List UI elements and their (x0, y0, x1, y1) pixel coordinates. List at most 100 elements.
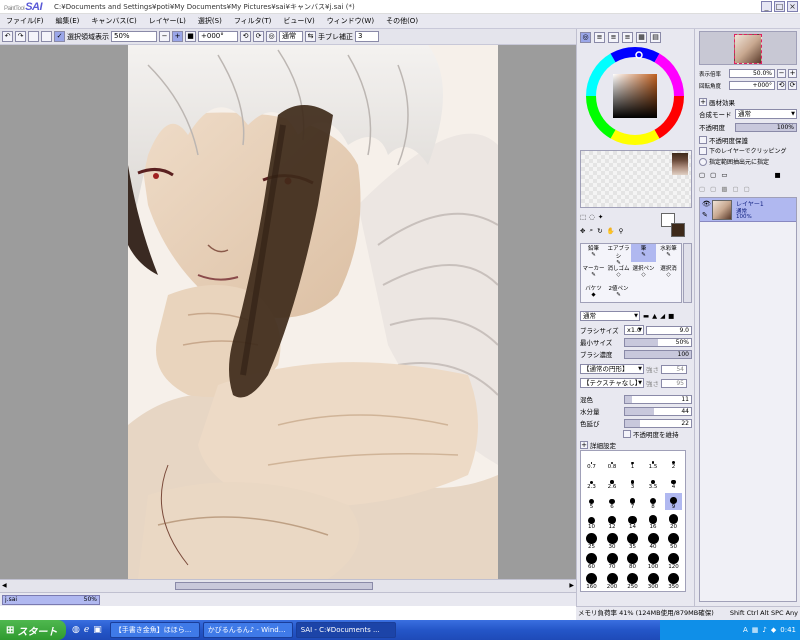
brush-size-preset[interactable]: 160 (583, 573, 600, 590)
tip-hard-icon[interactable]: ◢ (660, 312, 665, 320)
brush-size-preset[interactable]: 0.7 (583, 453, 600, 470)
tool-blend-select[interactable]: 通常 (580, 311, 640, 321)
brush-lock-icon[interactable]: ✎ (702, 211, 708, 219)
new-folder-icon[interactable]: ▭ (721, 171, 727, 179)
brush-size-preset[interactable]: 16 (645, 513, 662, 530)
protect-opacity-checkbox[interactable] (699, 136, 707, 144)
brush-size-preset[interactable]: 6 (604, 493, 621, 510)
layer-menu-icon[interactable]: ■ (774, 171, 780, 179)
tool-binary-pen[interactable]: 2値ペン ✎ (606, 284, 631, 302)
nav-zoom-in-icon[interactable]: + (788, 69, 797, 78)
view-mode-button[interactable]: 通常 (279, 31, 303, 42)
effects-expand-icon[interactable]: + (699, 98, 707, 106)
tip-flat-icon[interactable]: ▬ (643, 312, 649, 320)
tool-marker[interactable]: マーカー ✎ (581, 264, 606, 282)
brush-size-preset[interactable]: 14 (624, 513, 641, 530)
merge-down-icon[interactable]: ▢ (710, 185, 716, 193)
brush-size-preset[interactable]: 12 (604, 513, 621, 530)
layer-row[interactable]: 👁 ✎ レイヤー1 通常 100% (700, 198, 796, 222)
brush-size-preset[interactable]: 200 (604, 573, 621, 590)
tool-airbrush[interactable]: エアブラシ ✎ (606, 244, 631, 266)
menu-layer[interactable]: レイヤー(L) (149, 16, 186, 26)
min-size-slider[interactable]: 50% (624, 337, 692, 347)
tray-volume-icon[interactable]: ♪ (762, 626, 766, 634)
maximize-icon[interactable]: □ (774, 1, 785, 12)
hand-icon[interactable]: ✋ (607, 227, 615, 235)
selection-source-checkbox[interactable] (699, 157, 707, 166)
tray-network-icon[interactable]: ▦ (752, 626, 759, 634)
file-tab[interactable]: j.sai 50% (2, 595, 100, 605)
clip-lower-checkbox[interactable] (699, 146, 707, 155)
zoom-icon[interactable]: ⌕ (589, 226, 593, 235)
brush-size-preset[interactable]: 70 (604, 553, 621, 570)
brush-shape-strength[interactable]: 54 (661, 364, 687, 374)
close-icon[interactable]: × (787, 1, 798, 12)
brush-size-preset[interactable]: 300 (645, 573, 662, 590)
quicklaunch-media-icon[interactable]: ▣ (93, 625, 102, 635)
brush-size-preset[interactable]: 2.3 (583, 473, 600, 490)
scroll-left-icon[interactable]: ◀ (2, 582, 7, 589)
brush-size-preset[interactable]: 350 (665, 573, 682, 590)
navigator-viewport[interactable] (734, 34, 762, 64)
nav-rotate-right-icon[interactable]: ⟳ (788, 81, 797, 90)
ime-icon[interactable]: A (743, 626, 748, 634)
keep-opacity-checkbox[interactable] (623, 430, 631, 438)
used-color-swatches[interactable] (672, 153, 688, 175)
brush-size-preset[interactable]: 5 (583, 493, 600, 510)
water-slider[interactable]: 44 (624, 406, 692, 416)
tip-soft-icon[interactable]: ▲ (652, 312, 657, 320)
taskbar-item-3[interactable]: SAI - C:¥Documents ... (295, 622, 396, 638)
scroll-thumb[interactable] (175, 582, 373, 590)
secondary-color-box[interactable] (671, 223, 685, 237)
brush-size-preset[interactable]: 50 (665, 533, 682, 550)
menu-select[interactable]: 選択(S) (198, 16, 222, 26)
taskbar-item-1[interactable]: 【手書き金魚】ほほら... (109, 622, 200, 638)
zoom-reset-icon[interactable]: ■ (185, 31, 196, 42)
nav-rotate-left-icon[interactable]: ⟲ (777, 81, 786, 90)
undo-icon[interactable]: ↶ (2, 31, 13, 42)
brush-size-preset[interactable]: 4 (665, 473, 682, 490)
new-layer-icon[interactable]: ▢ (699, 171, 705, 179)
brush-shape-select[interactable]: 【通常の円形】 (580, 364, 644, 374)
invert-selection-icon[interactable] (41, 31, 52, 42)
rotate-icon[interactable]: ↻ (597, 227, 602, 235)
tool-select-pen[interactable]: 選択ペン ◇ (631, 264, 656, 282)
eyedropper-icon[interactable]: ⚲ (619, 227, 624, 235)
nav-zoom-out-icon[interactable]: − (777, 69, 786, 78)
brush-size-preset[interactable]: 9 (665, 493, 682, 510)
quicklaunch-browser-icon[interactable]: ◍ (72, 625, 80, 635)
rect-select-icon[interactable]: ⬚ (580, 213, 586, 221)
brush-size-preset[interactable]: 40 (645, 533, 662, 550)
rotate-left-icon[interactable]: ⟲ (240, 31, 251, 42)
transfer-down-icon[interactable]: ▢ (699, 185, 705, 193)
tool-brush[interactable]: 筆 ✎ (631, 244, 656, 262)
flip-icon[interactable]: ⇆ (305, 31, 316, 42)
gradient-slider-icon[interactable]: ≡ (622, 32, 633, 43)
magic-wand-icon[interactable]: ✦ (598, 213, 603, 221)
duplicate-layer-icon[interactable]: ▢ (732, 185, 738, 193)
rotation-select[interactable]: +000° (198, 31, 238, 42)
visibility-eye-icon[interactable]: 👁 (702, 200, 711, 208)
minimize-icon[interactable]: _ (761, 1, 772, 12)
menu-filter[interactable]: フィルタ(T) (234, 16, 272, 26)
brush-size-preset[interactable]: 2 (665, 453, 682, 470)
brush-size-preset[interactable]: 0.8 (604, 453, 621, 470)
rotate-right-icon[interactable]: ⟳ (253, 31, 264, 42)
brush-size-preset[interactable]: 3 (624, 473, 641, 490)
brush-size-preset[interactable]: 250 (624, 573, 641, 590)
brush-size-preset[interactable]: 7 (624, 493, 641, 510)
quicklaunch-ie-icon[interactable]: ℯ (84, 625, 89, 635)
menu-view[interactable]: ビュー(V) (283, 16, 314, 26)
lasso-icon[interactable]: ◌ (589, 213, 595, 221)
brush-size-preset[interactable]: 60 (583, 553, 600, 570)
brush-size-preset[interactable]: 30 (604, 533, 621, 550)
scratchpad-icon[interactable]: ▤ (650, 32, 661, 43)
nav-zoom-slider[interactable]: 50.0% (729, 69, 775, 78)
brush-size-multiplier[interactable]: x1.0 (624, 325, 644, 335)
nav-angle-slider[interactable]: +000° (729, 81, 775, 90)
color-wheel-icon[interactable]: ◎ (580, 32, 591, 43)
menu-canvas[interactable]: キャンバス(C) (91, 16, 136, 26)
tool-grid-scrollbar[interactable] (683, 243, 692, 303)
brush-size-preset[interactable]: 1.5 (645, 453, 662, 470)
taskbar-item-2[interactable]: かびるんるん♪ - Wind... (202, 622, 293, 638)
